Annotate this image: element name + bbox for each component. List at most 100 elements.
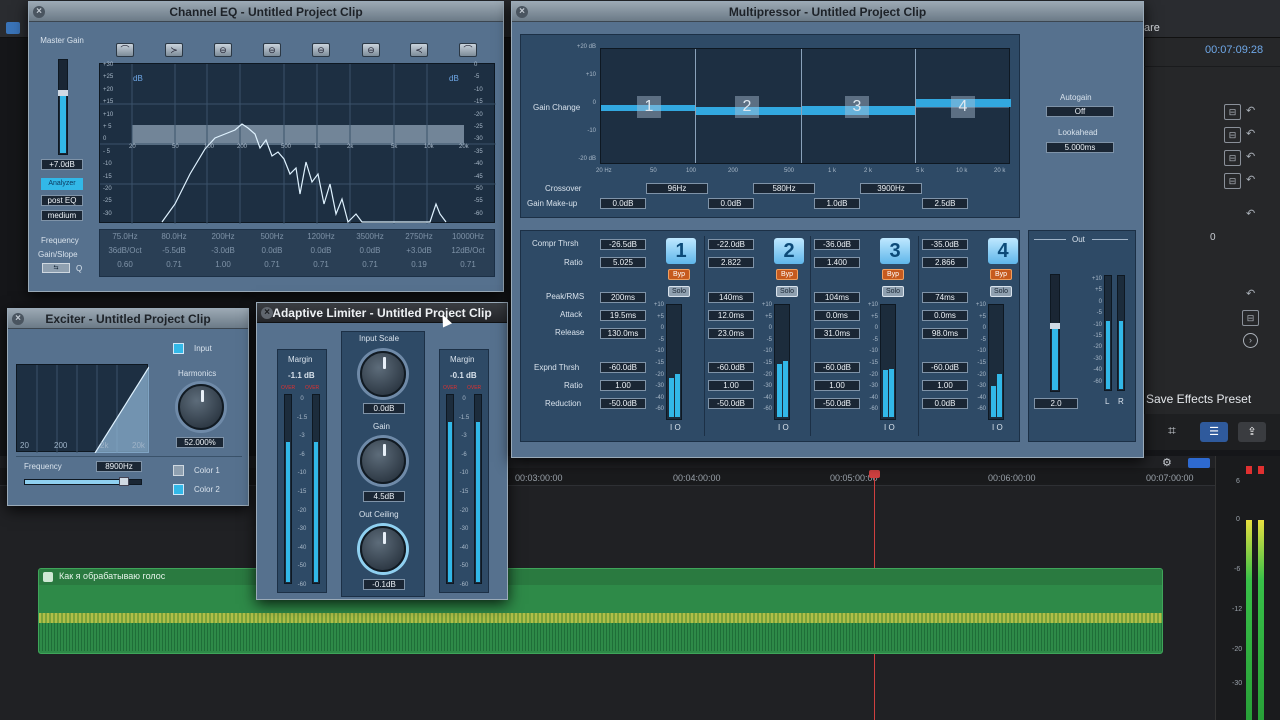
out-fader[interactable]: [1050, 274, 1060, 392]
band2-peak-value[interactable]: 140ms: [708, 292, 754, 303]
close-icon[interactable]: ×: [33, 6, 45, 18]
lookahead-value[interactable]: 5.000ms: [1046, 142, 1114, 153]
band4-solo-button[interactable]: Solo: [990, 286, 1012, 297]
band4-ratio-value[interactable]: 2.866: [922, 257, 968, 268]
band1-solo-button[interactable]: Solo: [668, 286, 690, 297]
harmonics-value[interactable]: 52.000%: [176, 437, 224, 448]
band1-select-button[interactable]: 1: [666, 238, 696, 264]
eq-param-value[interactable]: 0.0dB: [297, 246, 345, 255]
band4-reduction-value[interactable]: 0.0dB: [922, 398, 968, 409]
eq-param-value[interactable]: 200Hz: [199, 232, 247, 241]
band2-bypass-button[interactable]: Byp: [776, 269, 798, 280]
band2-solo-button[interactable]: Solo: [776, 286, 798, 297]
eq-param-value[interactable]: 3500Hz: [346, 232, 394, 241]
band2-ratio-value[interactable]: 2.822: [708, 257, 754, 268]
band2-reduction-value[interactable]: -50.0dB: [708, 398, 754, 409]
band3-attack-value[interactable]: 0.0ms: [814, 310, 860, 321]
frequency-value[interactable]: 8900Hz: [96, 461, 142, 472]
eq-param-value[interactable]: 75.0Hz: [101, 232, 149, 241]
effect-settings-button[interactable]: ⊟: [1242, 310, 1259, 326]
band4-peak-value[interactable]: 74ms: [922, 292, 968, 303]
band4-release-value[interactable]: 98.0ms: [922, 328, 968, 339]
eq-band-bell-button[interactable]: ⊖: [362, 43, 380, 57]
eq-param-value[interactable]: -5.5dB: [150, 246, 198, 255]
master-gain-value[interactable]: +7.0dB: [41, 159, 83, 170]
band3-compr-value[interactable]: -36.0dB: [814, 239, 860, 250]
reset-arrow-icon[interactable]: ↶: [1246, 207, 1255, 220]
skimming-toggle[interactable]: [1188, 458, 1210, 468]
eq-band-bell-button[interactable]: ⊖: [312, 43, 330, 57]
channel-eq-titlebar[interactable]: × Channel EQ - Untitled Project Clip: [29, 2, 503, 22]
share-icon[interactable]: ⇪: [1238, 422, 1266, 442]
band3-peak-value[interactable]: 104ms: [814, 292, 860, 303]
out-ceiling-knob[interactable]: [360, 526, 406, 572]
color1-checkbox[interactable]: [173, 465, 184, 476]
band2-attack-value[interactable]: 12.0ms: [708, 310, 754, 321]
crossover-2-value[interactable]: 580Hz: [753, 183, 815, 194]
eq-graph[interactable]: [99, 63, 496, 224]
frequency-slider[interactable]: [24, 477, 142, 486]
band1-peak-value[interactable]: 200ms: [600, 292, 646, 303]
band4-attack-value[interactable]: 0.0ms: [922, 310, 968, 321]
multipressor-titlebar[interactable]: × Multipressor - Untitled Project Clip: [512, 2, 1143, 22]
eq-band-lowshelf-button[interactable]: ≻: [165, 43, 183, 57]
playhead-head[interactable]: [869, 470, 880, 478]
autogain-select[interactable]: Off: [1046, 106, 1114, 117]
eq-param-value[interactable]: -3.0dB: [199, 246, 247, 255]
band2-expnd-value[interactable]: -60.0dB: [708, 362, 754, 373]
eq-param-value[interactable]: 0.0dB: [346, 246, 394, 255]
band4-compr-value[interactable]: -35.0dB: [922, 239, 968, 250]
band1-attack-value[interactable]: 19.5ms: [600, 310, 646, 321]
analyzer-resolution-select[interactable]: medium: [41, 210, 83, 221]
channel-eq-window[interactable]: × Channel EQ - Untitled Project Clip Mas…: [28, 1, 504, 292]
input-checkbox[interactable]: [173, 343, 184, 354]
harmonics-knob[interactable]: [178, 384, 224, 430]
effect-settings-button[interactable]: ⊟: [1224, 173, 1241, 189]
eq-param-value[interactable]: 500Hz: [248, 232, 296, 241]
band4-makeup-value[interactable]: 2.5dB: [922, 198, 968, 209]
close-icon[interactable]: ×: [12, 313, 24, 325]
eq-param-value[interactable]: 1200Hz: [297, 232, 345, 241]
crop-icon[interactable]: ⌗: [1162, 422, 1182, 442]
eq-param-value[interactable]: 0.71: [248, 260, 296, 269]
band3-ratio2-value[interactable]: 1.00: [814, 380, 860, 391]
enhance-icon[interactable]: ☰: [1200, 422, 1228, 442]
eq-param-value[interactable]: 0.71: [346, 260, 394, 269]
crossover-1-value[interactable]: 96Hz: [646, 183, 708, 194]
analyzer-mode-select[interactable]: post EQ: [41, 195, 83, 206]
reset-arrow-icon[interactable]: ↶: [1246, 173, 1255, 186]
multipressor-window[interactable]: × Multipressor - Untitled Project Clip G…: [511, 1, 1144, 458]
reset-arrow-icon[interactable]: ↶: [1246, 150, 1255, 163]
band2-compr-value[interactable]: -22.0dB: [708, 239, 754, 250]
close-icon[interactable]: ×: [261, 307, 273, 319]
reset-arrow-icon[interactable]: ↶: [1246, 104, 1255, 117]
eq-param-value[interactable]: 0.60: [101, 260, 149, 269]
eq-param-value[interactable]: 10000Hz: [444, 232, 492, 241]
library-icon[interactable]: [6, 22, 20, 34]
effect-settings-button[interactable]: ⊟: [1224, 127, 1241, 143]
effect-settings-button[interactable]: ⊟: [1224, 104, 1241, 120]
chevron-right-icon[interactable]: ›: [1243, 333, 1258, 348]
out-fader-handle[interactable]: [1050, 323, 1060, 329]
band2-release-value[interactable]: 23.0ms: [708, 328, 754, 339]
band3-bypass-button[interactable]: Byp: [882, 269, 904, 280]
band3-makeup-value[interactable]: 1.0dB: [814, 198, 860, 209]
audio-clip[interactable]: Как я обрабатываю голос: [38, 568, 1163, 654]
band4-expnd-value[interactable]: -60.0dB: [922, 362, 968, 373]
band4-select-button[interactable]: 4: [988, 238, 1018, 264]
band2-makeup-value[interactable]: 0.0dB: [708, 198, 754, 209]
band3-expnd-value[interactable]: -60.0dB: [814, 362, 860, 373]
eq-param-value[interactable]: 12dB/Oct: [444, 246, 492, 255]
band1-expnd-value[interactable]: -60.0dB: [600, 362, 646, 373]
eq-band-highpass-button[interactable]: ⌒: [116, 43, 134, 57]
adaptive-limiter-window[interactable]: × Adaptive Limiter - Untitled Project Cl…: [256, 302, 508, 600]
link-button[interactable]: ⇆: [42, 263, 70, 273]
band1-compr-value[interactable]: -26.5dB: [600, 239, 646, 250]
frequency-slider-handle[interactable]: [119, 477, 129, 486]
band1-makeup-value[interactable]: 0.0dB: [600, 198, 646, 209]
band2-ratio2-value[interactable]: 1.00: [708, 380, 754, 391]
band1-bypass-button[interactable]: Byp: [668, 269, 690, 280]
out-ceiling-value[interactable]: -0.1dB: [363, 579, 405, 590]
snapping-icon[interactable]: ⚙: [1162, 456, 1172, 469]
out-value[interactable]: 2.0: [1034, 398, 1078, 409]
